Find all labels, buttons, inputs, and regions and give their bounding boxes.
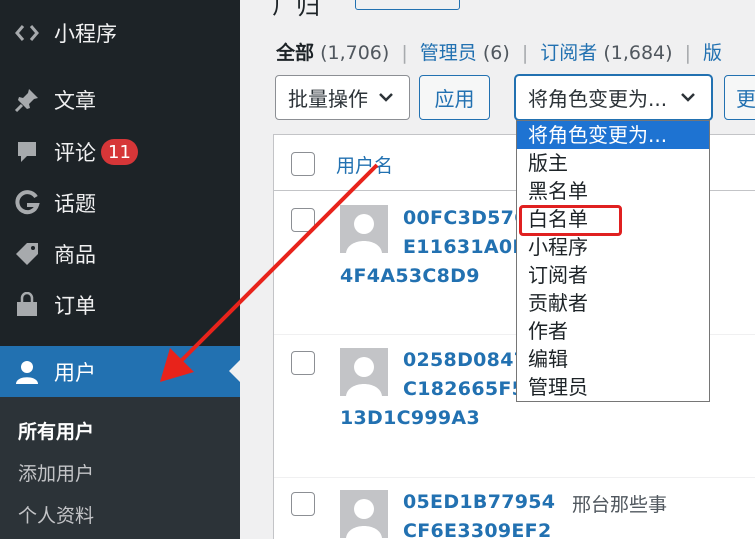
menu-item-topics[interactable]: 话题 [0, 178, 240, 228]
active-indicator [229, 360, 240, 382]
role-option-subscriber[interactable]: 订阅者 [517, 261, 709, 289]
menu-item-users[interactable]: 用户 [0, 346, 240, 397]
avatar [340, 490, 388, 538]
menu-label: 商品 [54, 243, 96, 267]
row-checkbox[interactable] [291, 492, 315, 516]
change-label: 更 [736, 87, 755, 111]
add-new-button-partial[interactable] [355, 0, 460, 10]
menu-item-posts[interactable]: 文章 [0, 75, 240, 125]
pin-icon [14, 87, 40, 113]
table-row: 05ED1B77954 CF6E3309EF2 邢台那些事 [274, 478, 755, 539]
role-filter-links: 全部 (1,706) | 管理员 (6) | 订阅者 (1,684) | 版 [276, 38, 722, 65]
column-username[interactable]: 用户名 [336, 151, 393, 178]
filter-all[interactable]: 全部 [276, 42, 314, 64]
menu-label: 评论 [54, 141, 96, 165]
filter-subscriber-count: (1,684) [603, 42, 673, 64]
submenu-all-users[interactable]: 所有用户 [18, 417, 94, 444]
avatar [340, 205, 388, 253]
username-link[interactable]: CF6E3309EF2 [403, 517, 551, 539]
menu-item-miniprogram[interactable]: 小程序 [0, 8, 240, 58]
avatar [340, 348, 388, 396]
page-title-partial: ㄏ归 [272, 0, 320, 20]
menu-label: 话题 [54, 192, 96, 216]
filter-admin-count: (6) [482, 42, 510, 64]
change-role-label: 将角色变更为... [528, 87, 668, 111]
username-link[interactable]: 00FC3D57C [403, 204, 528, 233]
filter-admin[interactable]: 管理员 [420, 42, 477, 64]
role-option-miniprogram[interactable]: 小程序 [517, 233, 709, 261]
change-role-select[interactable]: 将角色变更为... [515, 75, 712, 120]
role-option-administrator[interactable]: 管理员 [517, 373, 709, 401]
bulk-actions-label: 批量操作 [288, 87, 368, 111]
menu-label: 小程序 [54, 22, 117, 46]
menu-label: 文章 [54, 89, 96, 113]
role-option-placeholder[interactable]: 将角色变更为... [517, 121, 709, 149]
username-link[interactable]: 05ED1B77954 [403, 488, 555, 517]
menu-item-products[interactable]: 商品 [0, 229, 240, 279]
users-submenu: 所有用户 添加用户 个人资料 [0, 397, 240, 539]
g-icon [14, 190, 40, 216]
annotation-highlight-box [519, 205, 622, 236]
apply-button[interactable]: 应用 [419, 75, 490, 120]
menu-label: 订单 [54, 294, 96, 318]
role-option-author[interactable]: 作者 [517, 317, 709, 345]
menu-label: 用户 [54, 360, 96, 385]
comment-icon [14, 139, 40, 165]
code-icon [14, 20, 40, 46]
tag-icon [14, 241, 40, 267]
role-option-blacklist[interactable]: 黑名单 [517, 177, 709, 205]
user-icon [14, 359, 40, 385]
bulk-actions-select[interactable]: 批量操作 [275, 75, 410, 120]
submenu-profile[interactable]: 个人资料 [18, 501, 94, 528]
menu-item-orders[interactable]: 订单 [0, 280, 240, 330]
filter-all-count: (1,706) [320, 42, 390, 64]
role-options-list: 将角色变更为... 版主 黑名单 白名单 小程序 订阅者 贡献者 作者 编辑 管… [516, 120, 710, 402]
chevron-down-icon [375, 85, 397, 114]
row-checkbox[interactable] [291, 208, 315, 232]
apply-label: 应用 [434, 87, 475, 111]
separator: | [521, 42, 529, 64]
separator: | [401, 42, 408, 64]
bag-icon [14, 292, 40, 318]
filter-subscriber[interactable]: 订阅者 [540, 42, 597, 64]
display-name: 邢台那些事 [572, 494, 668, 516]
username-link[interactable]: E11631A0B [403, 233, 527, 262]
chevron-down-icon [677, 85, 699, 114]
change-role-button-partial[interactable]: 更 [724, 75, 755, 120]
username-link[interactable]: 0258D0847 [403, 346, 527, 375]
filter-next-partial[interactable]: 版 [703, 42, 722, 64]
row-checkbox[interactable] [291, 351, 315, 375]
role-option-contributor[interactable]: 贡献者 [517, 289, 709, 317]
comment-count-badge: 11 [101, 139, 138, 165]
separator: | [684, 42, 691, 64]
username-link[interactable]: C182665F5 [403, 375, 525, 404]
menu-item-comments[interactable]: 评论 11 [0, 127, 240, 177]
role-option-editor[interactable]: 编辑 [517, 345, 709, 373]
select-all-checkbox[interactable] [291, 152, 315, 176]
submenu-add-user[interactable]: 添加用户 [18, 459, 94, 486]
username-link[interactable]: 4F4A53C8D9 [340, 262, 480, 291]
admin-sidebar: 小程序 文章 评论 11 话题 商品 订单 用户 所有用户 添加用户 个人资料 [0, 0, 240, 539]
username-link[interactable]: 13D1C999A3 [340, 404, 480, 433]
role-option-moderator[interactable]: 版主 [517, 149, 709, 177]
